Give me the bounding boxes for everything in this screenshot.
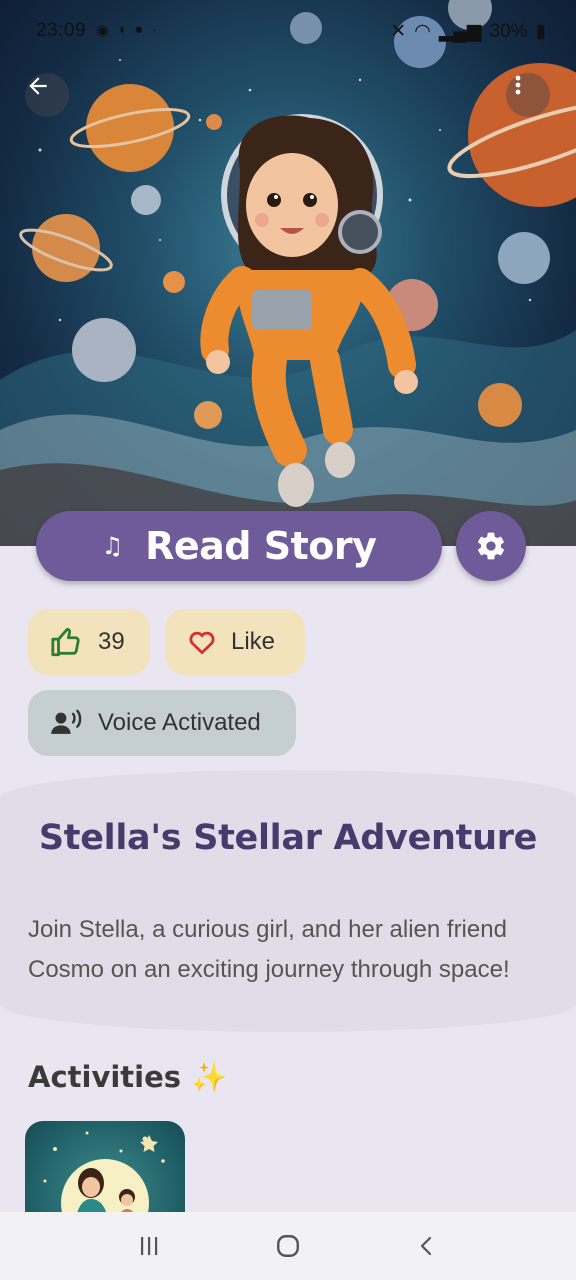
sound-icon: ◖ [117, 21, 127, 38]
status-bar: 23:09 ◉ ◖ ● · ✕ ◠ ▂▄▆ 30% ▮ [0, 0, 576, 64]
story-cover-image: 23:09 ◉ ◖ ● · ✕ ◠ ▂▄▆ 30% ▮ [0, 0, 576, 546]
dot-icon: · [151, 21, 157, 38]
activities-heading: Activities ✨ [28, 1060, 228, 1094]
like-label: Like [231, 628, 276, 655]
likes-count-chip[interactable]: 39 [28, 609, 150, 675]
status-time: 23:09 [36, 20, 87, 41]
voice-icon [51, 709, 82, 734]
heart-icon [189, 631, 215, 655]
read-story-label: Read Story [145, 524, 377, 568]
thumbs-up-icon [51, 627, 80, 657]
battery-percent: 30% [489, 20, 528, 42]
read-story-button[interactable]: ♫ Read Story [36, 511, 442, 581]
recent-apps-icon[interactable] [137, 1234, 161, 1258]
mute-icon: ✕ [390, 21, 407, 42]
story-description-card [0, 770, 576, 1032]
more-options-button[interactable] [506, 73, 550, 117]
wifi-icon: ◠ [414, 21, 431, 42]
signal-icon: ▂▄▆ [438, 21, 482, 42]
system-icons: ✕ ◠ ▂▄▆ 30% ▮ [390, 20, 546, 43]
voice-activated-chip[interactable]: Voice Activated [28, 690, 296, 756]
home-icon[interactable] [275, 1233, 301, 1259]
settings-button[interactable] [456, 511, 526, 581]
music-note-icon: ♫ [101, 532, 124, 560]
system-navigation-bar [0, 1212, 576, 1280]
notification-icons: ◉ ◖ ● · [96, 21, 156, 39]
back-button[interactable] [25, 73, 69, 117]
battery-icon: ▮ [535, 21, 546, 42]
whatsapp-icon: ◉ [96, 22, 110, 39]
voice-activated-label: Voice Activated [98, 709, 261, 736]
likes-count: 39 [98, 628, 125, 655]
gear-icon [477, 532, 505, 560]
back-nav-icon[interactable] [415, 1234, 439, 1258]
space-illustration [0, 0, 576, 546]
arrow-left-icon [29, 77, 47, 95]
more-vertical-icon [515, 75, 521, 95]
chat-icon: ● [134, 21, 144, 38]
story-title: Stella's Stellar Adventure [38, 818, 538, 858]
story-summary: Join Stella, a curious girl, and her ali… [28, 916, 510, 983]
like-button[interactable]: Like [165, 609, 305, 675]
